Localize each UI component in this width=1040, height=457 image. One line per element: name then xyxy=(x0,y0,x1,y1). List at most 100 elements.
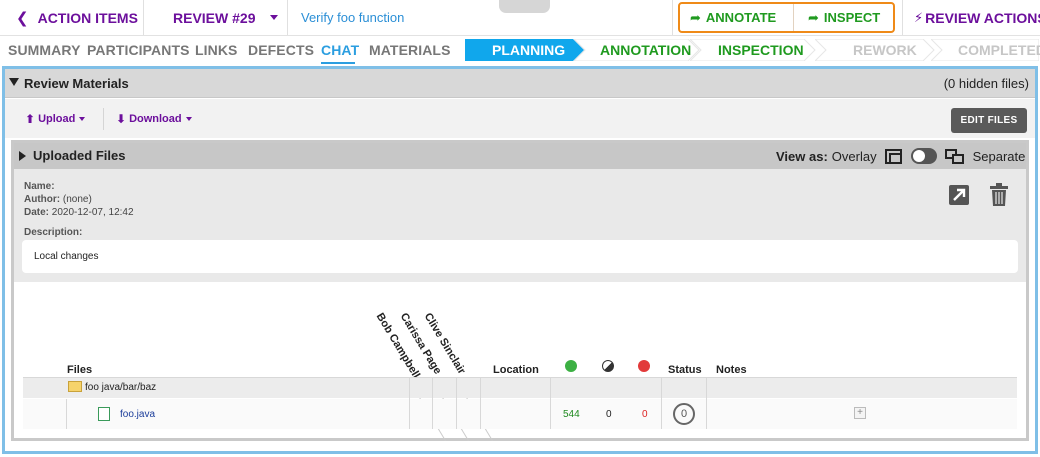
workflow-label: PLANNING xyxy=(492,42,566,58)
divider xyxy=(706,378,707,429)
share-arrow-icon: ➦ xyxy=(808,9,819,25)
divider xyxy=(902,0,903,35)
files-header: Files xyxy=(67,364,93,376)
divider xyxy=(143,0,144,35)
separate-icon[interactable] xyxy=(944,148,965,164)
divider xyxy=(66,399,67,429)
edit-files-button[interactable]: EDIT FILES xyxy=(951,108,1027,133)
divider xyxy=(480,378,481,429)
expand-triangle-icon[interactable] xyxy=(19,151,26,161)
chevron-down-icon xyxy=(185,117,192,121)
divider xyxy=(287,0,288,35)
upload-icon: ⬆ xyxy=(25,112,36,126)
share-arrow-icon: ➦ xyxy=(690,9,701,25)
java-file-icon xyxy=(98,407,110,421)
annotate-button[interactable]: ➦ ANNOTATE xyxy=(690,4,776,31)
overlay-label[interactable]: Overlay xyxy=(832,149,877,164)
workflow-label: REWORK xyxy=(853,42,917,58)
view-as-switcher: View as: Overlay Separate xyxy=(776,148,1025,164)
folder-row[interactable]: foo java/bar/baz xyxy=(23,378,1017,398)
file-row[interactable]: foo.java 544 0 0 0 + xyxy=(23,399,1017,429)
view-as-label: View as: xyxy=(776,148,828,164)
view-mode-toggle[interactable] xyxy=(910,148,937,164)
tab-links[interactable]: LINKS xyxy=(195,42,238,58)
separate-label[interactable]: Separate xyxy=(973,149,1026,164)
drag-handle[interactable] xyxy=(499,0,550,13)
removed-lines-icon xyxy=(638,360,650,372)
workflow-step-planning[interactable]: PLANNING xyxy=(465,39,585,61)
upload-label: Upload xyxy=(38,113,76,125)
review-dropdown[interactable]: REVIEW #29 xyxy=(173,0,279,35)
chevron-down-icon xyxy=(270,15,279,20)
divider xyxy=(409,378,410,429)
workflow-step-annotation[interactable]: ANNOTATION xyxy=(574,39,700,61)
lightning-icon: ⚡ xyxy=(914,9,924,25)
divider xyxy=(550,378,551,429)
folder-icon xyxy=(68,381,82,392)
date-value: 2020-12-07, 12:42 xyxy=(51,207,134,218)
collapse-triangle-icon xyxy=(9,78,19,86)
uploaded-files-title[interactable]: Uploaded Files xyxy=(33,148,125,163)
inspect-label: INSPECT xyxy=(823,10,881,25)
added-count: 544 xyxy=(563,409,580,420)
file-name-link[interactable]: foo.java xyxy=(120,409,155,420)
action-items-back-link[interactable]: ❮ ACTION ITEMS xyxy=(16,0,138,35)
divider xyxy=(456,378,457,429)
modified-count: 0 xyxy=(606,409,612,420)
hidden-files-count: (0 hidden files) xyxy=(943,76,1029,91)
open-external-icon[interactable] xyxy=(949,185,969,205)
divider xyxy=(103,108,104,130)
tab-chat[interactable]: CHAT xyxy=(321,42,359,58)
date-label: Date: xyxy=(24,207,50,218)
review-actions-label: REVIEW ACTIONS xyxy=(925,9,1040,26)
top-bar: ❮ ACTION ITEMS REVIEW #29 Verify foo fun… xyxy=(0,0,1040,36)
divider xyxy=(672,0,673,35)
action-items-label: ACTION ITEMS xyxy=(37,9,138,26)
divider xyxy=(432,378,433,429)
review-title[interactable]: Verify foo function xyxy=(301,0,404,35)
folder-path: foo java/bar/baz xyxy=(85,382,157,393)
workflow-step-rework: REWORK xyxy=(815,39,935,61)
file-status[interactable]: 0 xyxy=(673,403,695,425)
review-materials-title: Review Materials xyxy=(24,76,129,91)
status-header: Status xyxy=(668,364,702,376)
overlay-icon[interactable] xyxy=(884,148,902,164)
modified-lines-icon xyxy=(602,360,614,372)
notes-header: Notes xyxy=(716,364,747,376)
inspect-button[interactable]: ➦ INSPECT xyxy=(808,4,880,31)
trash-icon[interactable] xyxy=(989,183,1009,207)
review-materials-panel: Review Materials (0 hidden files) ⬆ Uplo… xyxy=(2,66,1038,454)
review-number-label: REVIEW #29 xyxy=(173,9,256,26)
uploaded-files-panel: Uploaded Files View as: Overlay Separate… xyxy=(11,140,1029,442)
description-value: Local changes xyxy=(22,240,1018,273)
workflow-label: ANNOTATION xyxy=(600,42,692,58)
location-header: Location xyxy=(493,364,539,376)
workflow-label: INSPECTION xyxy=(718,42,804,58)
author-label: Author: xyxy=(24,194,61,205)
review-actions-button[interactable]: ⚡ REVIEW ACTIONS xyxy=(914,0,1040,35)
tab-summary[interactable]: SUMMARY xyxy=(8,42,81,58)
author-row: Author: (none) xyxy=(24,194,92,205)
annotate-label: ANNOTATE xyxy=(705,10,777,25)
tab-materials[interactable]: MATERIALS xyxy=(369,42,451,58)
tab-defects[interactable]: DEFECTS xyxy=(248,42,314,58)
download-icon: ⬇ xyxy=(116,112,127,126)
date-row: Date: 2020-12-07, 12:42 xyxy=(24,207,134,218)
name-row: Name: xyxy=(24,181,55,192)
workflow-label: COMPLETED xyxy=(958,42,1040,58)
chevron-down-icon xyxy=(79,117,86,121)
workflow-step-inspection[interactable]: INSPECTION xyxy=(690,39,816,61)
materials-toolbar: ⬆ Upload ⬇ Download xyxy=(5,99,1035,138)
name-label: Name: xyxy=(24,181,55,192)
upload-dropdown[interactable]: ⬆ Upload xyxy=(25,112,86,126)
add-note-icon[interactable]: + xyxy=(854,407,866,419)
download-dropdown[interactable]: ⬇ Download xyxy=(116,112,192,126)
divider xyxy=(793,4,794,31)
review-materials-header[interactable]: Review Materials (0 hidden files) xyxy=(5,69,1035,98)
workflow-step-completed: COMPLETED xyxy=(931,39,1040,61)
divider xyxy=(661,378,662,429)
author-value: (none) xyxy=(62,194,92,205)
description-row: Description: xyxy=(24,227,82,238)
phase-actions-group: ➦ ANNOTATE ➦ INSPECT xyxy=(678,2,895,33)
tab-participants[interactable]: PARTICIPANTS xyxy=(87,42,190,58)
